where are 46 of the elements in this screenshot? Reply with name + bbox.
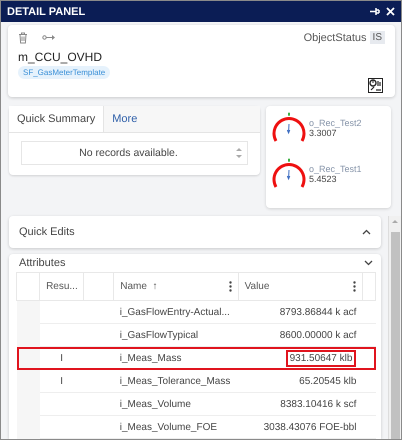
pin-icon[interactable] — [369, 7, 380, 16]
table-cell: 931.50647 klb — [286, 350, 356, 366]
table-row[interactable]: i_GasFlowEntry-Actual... 8793.86844 k acf — [16, 300, 376, 324]
column-menu-icon[interactable] — [228, 281, 232, 292]
table-cell: I — [60, 376, 63, 386]
table-cell: 3038.43076 FOE-bbl — [264, 422, 356, 432]
scrollbar[interactable] — [388, 216, 401, 439]
window-title: DETAIL PANEL — [7, 6, 86, 18]
table-cell: i_GasFlowEntry-Actual... — [120, 306, 230, 318]
table-row[interactable]: i_Meas_Volume_FOE 3038.43076 FOE-bbl — [16, 416, 376, 438]
table-cell: 8793.86844 k acf — [280, 306, 356, 318]
section-title: Attributes — [19, 257, 66, 269]
gauge-name: o_Rec_Test2 — [309, 118, 362, 128]
table-cell: i_GasFlowTypical — [120, 330, 198, 340]
gauge-value: 5.4523 — [309, 174, 338, 184]
column-menu-icon[interactable] — [352, 281, 356, 292]
column-header[interactable]: Name ↑ — [114, 272, 238, 300]
table-row[interactable]: i_GasFlowTypical 8600.00000 k acf — [16, 324, 376, 346]
chart-sheet-icon[interactable] — [368, 78, 383, 93]
connector-icon[interactable] — [42, 34, 56, 41]
table-cell: 8383.10416 k scf — [280, 398, 356, 410]
table-cell: i_Meas_Mass — [120, 352, 182, 364]
close-icon[interactable] — [386, 7, 395, 16]
tab[interactable]: Quick Summary — [9, 106, 104, 132]
chevron-up-icon[interactable] — [362, 229, 371, 235]
gauge-name: o_Rec_Test1 — [309, 164, 362, 174]
column-header[interactable]: Resu... — [40, 272, 84, 300]
table-row[interactable]: I i_Meas_Mass 931.50647 klb — [16, 346, 376, 370]
table-cell: i_Meas_Volume_FOE — [120, 422, 218, 432]
empty-message: No records available. — [78, 147, 179, 159]
column-header[interactable]: Value — [238, 272, 362, 300]
status-label: ObjectStatus — [304, 32, 367, 44]
status-value: IS — [370, 31, 385, 44]
gauge-value: 3.3007 — [309, 128, 338, 138]
table-cell: i_Meas_Tolerance_Mass — [120, 376, 230, 386]
table-cell: I — [60, 352, 63, 364]
object-name: m_CCU_OVHD — [18, 50, 104, 64]
chevron-down-icon[interactable] — [364, 260, 373, 266]
table-row[interactable]: I i_Meas_Tolerance_Mass 65.20545 klb — [16, 370, 376, 392]
section-title: Quick Edits — [19, 226, 75, 238]
table-cell: i_Meas_Volume — [120, 398, 191, 410]
trash-icon[interactable] — [18, 32, 28, 44]
table-cell: 65.20545 klb — [299, 376, 356, 386]
tab[interactable]: More — [104, 106, 146, 132]
table-cell: 8600.00000 k acf — [280, 330, 356, 340]
table-row[interactable]: i_Meas_Volume 8383.10416 k scf — [16, 392, 376, 416]
